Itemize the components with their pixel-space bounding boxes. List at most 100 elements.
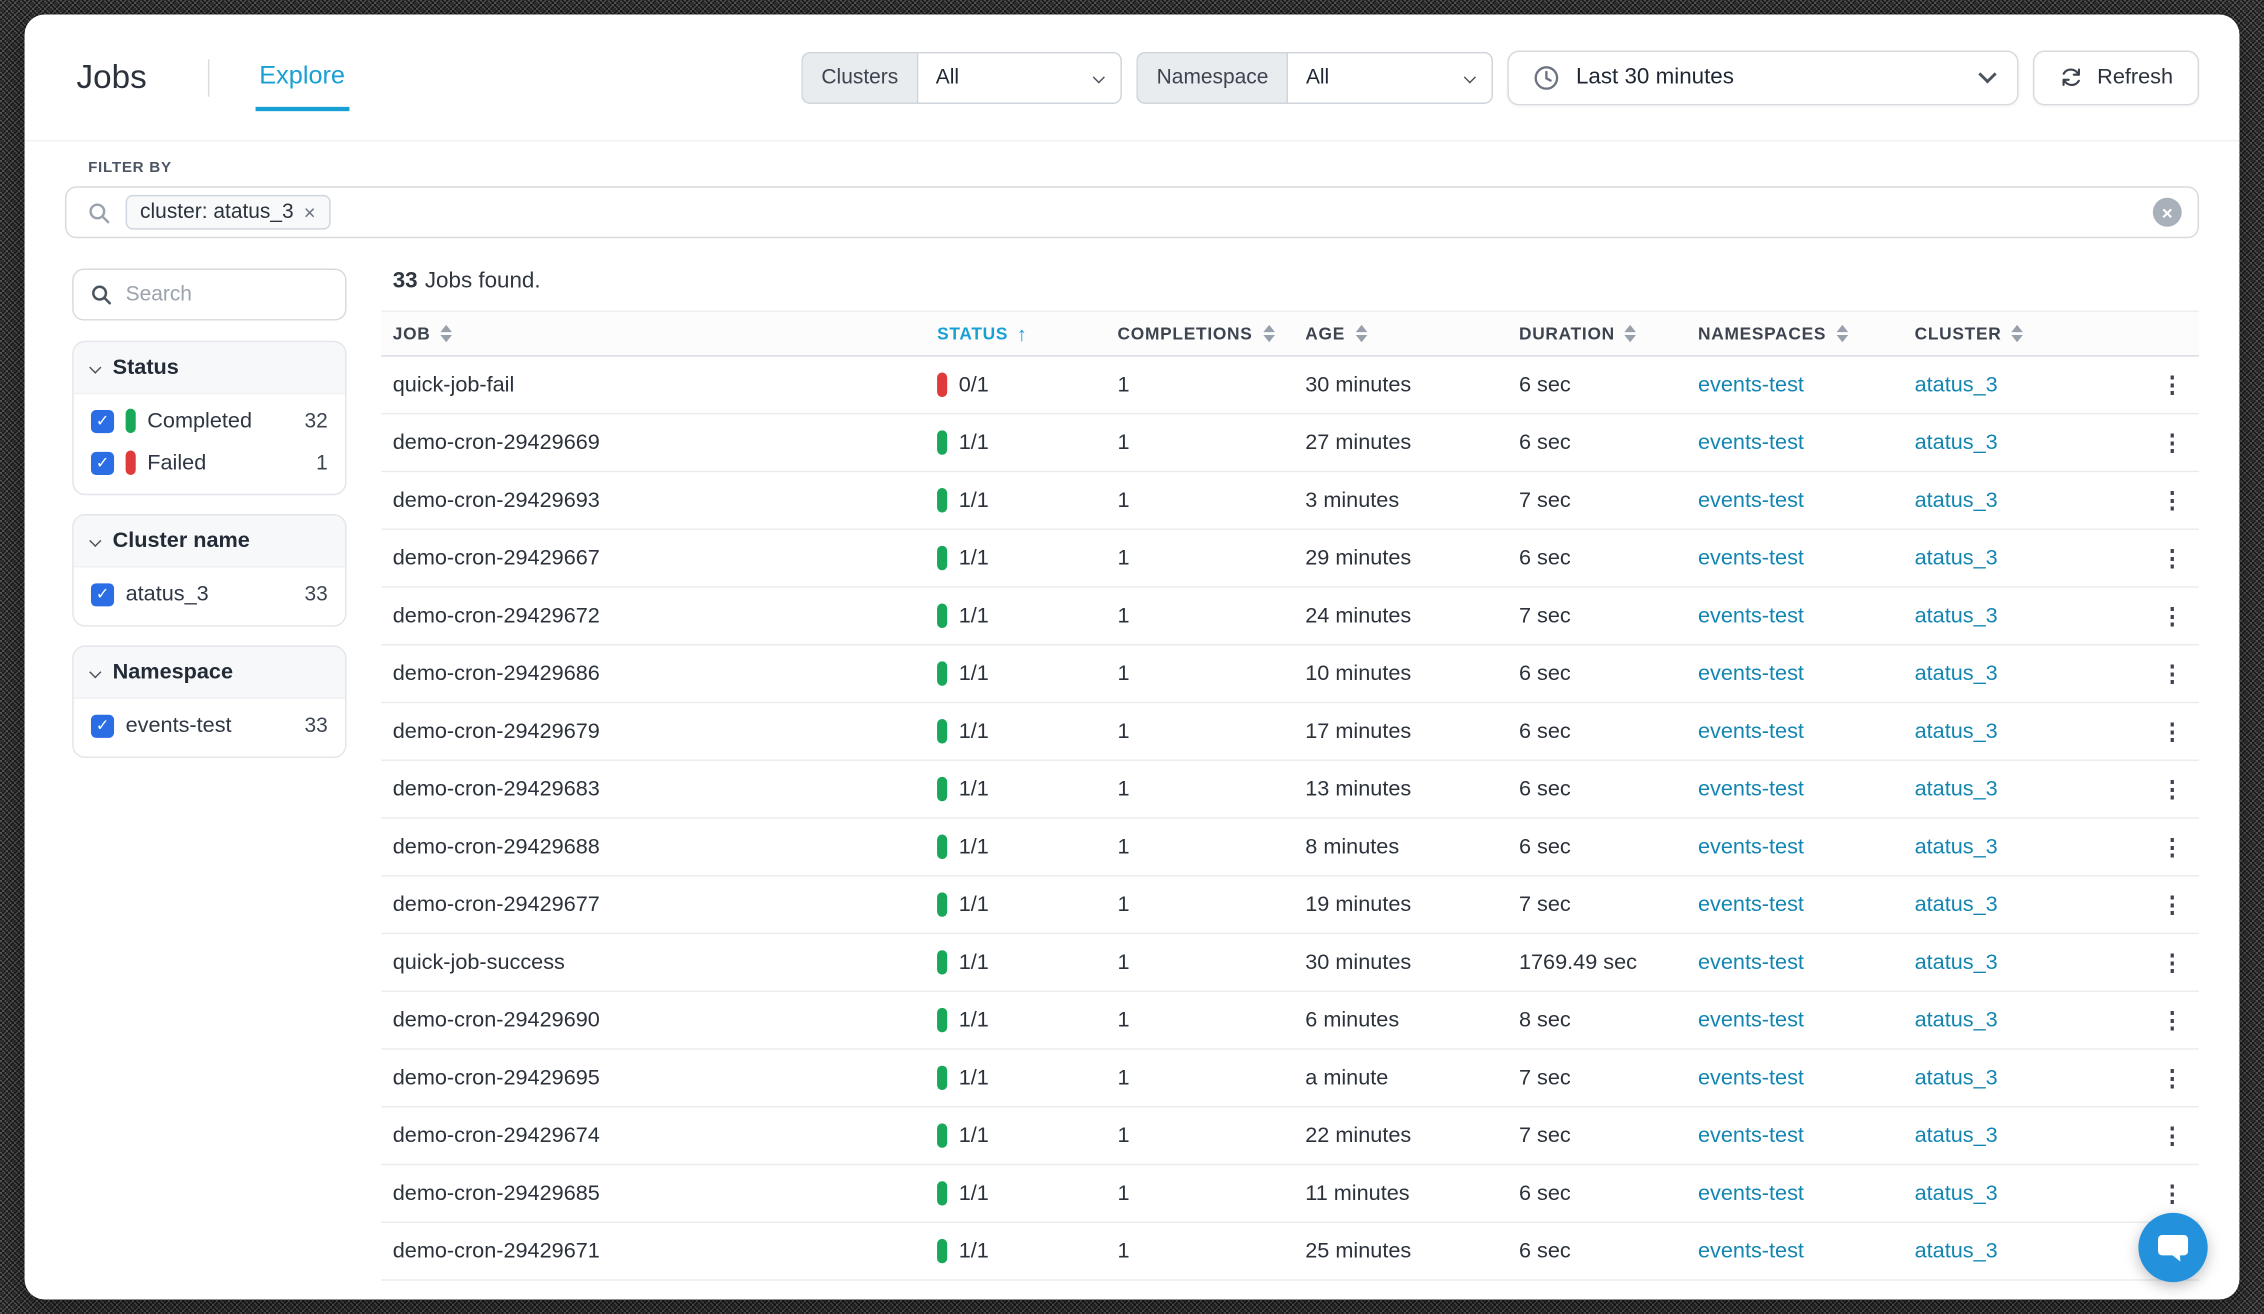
chip-remove-icon[interactable]: × [304, 202, 316, 222]
column-header-status[interactable]: STATUS ↑ [926, 322, 1106, 345]
namespace-link[interactable]: events-test [1698, 719, 1804, 744]
table-row[interactable]: demo-cron-29429674 1/1 1 22 minutes 7 se… [381, 1107, 2199, 1165]
facet-item-completed[interactable]: ✓ Completed 32 [74, 400, 345, 442]
namespace-link[interactable]: events-test [1698, 892, 1804, 917]
facet-item-failed[interactable]: ✓ Failed 1 [74, 442, 345, 484]
clusters-select[interactable]: All [917, 51, 1122, 103]
table-row[interactable]: demo-cron-29429688 1/1 1 8 minutes 6 sec… [381, 819, 2199, 877]
sidebar-search-input[interactable] [126, 283, 330, 306]
facet-item-events-test[interactable]: ✓ events-test 33 [74, 705, 345, 747]
table-row[interactable]: demo-cron-29429685 1/1 1 11 minutes 6 se… [381, 1165, 2199, 1223]
namespace-link[interactable]: events-test [1698, 1066, 1804, 1091]
job-cell: demo-cron-29429679 [381, 719, 925, 744]
sort-icon [1355, 325, 1367, 343]
table-row[interactable]: demo-cron-29429683 1/1 1 13 minutes 6 se… [381, 761, 2199, 819]
namespace-link[interactable]: events-test [1698, 373, 1804, 398]
chat-widget-button[interactable] [2138, 1213, 2207, 1282]
table-row[interactable]: demo-cron-29429671 1/1 1 25 minutes 6 se… [381, 1223, 2199, 1281]
namespace-link[interactable]: events-test [1698, 1123, 1804, 1148]
row-menu-button[interactable]: ⋮ [2152, 601, 2192, 630]
column-header-cluster[interactable]: CLUSTER [1903, 323, 2134, 343]
column-header-duration[interactable]: DURATION [1507, 323, 1686, 343]
checkbox-checked[interactable]: ✓ [91, 409, 114, 432]
table-row[interactable]: demo-cron-29429679 1/1 1 17 minutes 6 se… [381, 703, 2199, 761]
duration-cell: 6 sec [1507, 1181, 1686, 1206]
status-pill [937, 488, 947, 513]
checkbox-checked[interactable]: ✓ [91, 451, 114, 474]
cluster-link[interactable]: atatus_3 [1915, 1239, 1998, 1264]
filter-input[interactable]: cluster: atatus_3 × × [65, 186, 2199, 238]
clear-filter-button[interactable]: × [2153, 198, 2182, 227]
row-menu-button[interactable]: ⋮ [2152, 659, 2192, 688]
checkbox-checked[interactable]: ✓ [91, 714, 114, 737]
namespace-select[interactable]: All [1287, 51, 1493, 103]
cluster-link[interactable]: atatus_3 [1915, 661, 1998, 686]
row-menu-button[interactable]: ⋮ [2152, 1121, 2192, 1150]
row-menu-button[interactable]: ⋮ [2152, 486, 2192, 515]
cluster-link[interactable]: atatus_3 [1915, 546, 1998, 571]
column-header-job[interactable]: JOB [381, 323, 925, 343]
row-menu-button[interactable]: ⋮ [2152, 544, 2192, 573]
row-menu-button[interactable]: ⋮ [2152, 717, 2192, 746]
sidebar-search[interactable] [72, 269, 346, 321]
time-range-select[interactable]: Last 30 minutes [1508, 50, 2019, 105]
facet-cluster-header[interactable]: Cluster name [74, 515, 345, 567]
cluster-link[interactable]: atatus_3 [1915, 777, 1998, 802]
table-row[interactable]: demo-cron-29429672 1/1 1 24 minutes 7 se… [381, 588, 2199, 646]
refresh-button[interactable]: Refresh [2034, 50, 2199, 105]
status-cell: 1/1 [926, 777, 1106, 802]
cluster-link[interactable]: atatus_3 [1915, 1008, 1998, 1033]
column-header-age[interactable]: AGE [1294, 323, 1508, 343]
column-header-namespaces[interactable]: NAMESPACES [1686, 323, 1903, 343]
table-row[interactable]: demo-cron-29429667 1/1 1 29 minutes 6 se… [381, 530, 2199, 588]
row-menu-button[interactable]: ⋮ [2152, 428, 2192, 457]
checkbox-checked[interactable]: ✓ [91, 583, 114, 606]
table-row[interactable]: demo-cron-29429693 1/1 1 3 minutes 7 sec… [381, 472, 2199, 530]
row-menu-button[interactable]: ⋮ [2152, 948, 2192, 977]
namespace-link[interactable]: events-test [1698, 604, 1804, 629]
completions-cell: 1 [1106, 661, 1294, 686]
table-row[interactable]: demo-cron-29429669 1/1 1 27 minutes 6 se… [381, 414, 2199, 472]
column-header-completions[interactable]: COMPLETIONS [1106, 323, 1294, 343]
jobs-app-window: Jobs Explore Clusters All Namespace All [25, 14, 2240, 1299]
row-menu-button[interactable]: ⋮ [2152, 832, 2192, 861]
cluster-link[interactable]: atatus_3 [1915, 1066, 1998, 1091]
cluster-link[interactable]: atatus_3 [1915, 430, 1998, 455]
cluster-link[interactable]: atatus_3 [1915, 892, 1998, 917]
cluster-link[interactable]: atatus_3 [1915, 1181, 1998, 1206]
table-row[interactable]: quick-job-fail 0/1 1 30 minutes 6 sec ev… [381, 357, 2199, 415]
namespace-link[interactable]: events-test [1698, 546, 1804, 571]
cluster-link[interactable]: atatus_3 [1915, 835, 1998, 860]
namespace-link[interactable]: events-test [1698, 1239, 1804, 1264]
cluster-link[interactable]: atatus_3 [1915, 373, 1998, 398]
row-menu-button[interactable]: ⋮ [2152, 1179, 2192, 1208]
table-row[interactable]: demo-cron-29429690 1/1 1 6 minutes 8 sec… [381, 992, 2199, 1050]
row-menu-button[interactable]: ⋮ [2152, 1063, 2192, 1092]
namespace-link[interactable]: events-test [1698, 488, 1804, 513]
table-row[interactable]: demo-cron-29429695 1/1 1 a minute 7 sec … [381, 1050, 2199, 1108]
namespace-link[interactable]: events-test [1698, 430, 1804, 455]
facet-status-header[interactable]: Status [74, 342, 345, 394]
cluster-link[interactable]: atatus_3 [1915, 488, 1998, 513]
namespace-link[interactable]: events-test [1698, 835, 1804, 860]
row-menu-button[interactable]: ⋮ [2152, 370, 2192, 399]
namespace-link[interactable]: events-test [1698, 1181, 1804, 1206]
cluster-link[interactable]: atatus_3 [1915, 950, 1998, 975]
namespace-link[interactable]: events-test [1698, 1008, 1804, 1033]
table-row[interactable]: demo-cron-29429677 1/1 1 19 minutes 7 se… [381, 876, 2199, 934]
facet-namespace-header[interactable]: Namespace [74, 647, 345, 699]
namespace-link[interactable]: events-test [1698, 950, 1804, 975]
facet-item-atatus3[interactable]: ✓ atatus_3 33 [74, 573, 345, 615]
row-menu-button[interactable]: ⋮ [2152, 775, 2192, 804]
namespace-link[interactable]: events-test [1698, 661, 1804, 686]
row-menu-button[interactable]: ⋮ [2152, 890, 2192, 919]
cluster-link[interactable]: atatus_3 [1915, 604, 1998, 629]
table-row[interactable]: demo-cron-29429686 1/1 1 10 minutes 6 se… [381, 645, 2199, 703]
tab-explore[interactable]: Explore [255, 60, 349, 111]
table-row[interactable]: quick-job-success 1/1 1 30 minutes 1769.… [381, 934, 2199, 992]
row-menu-button[interactable]: ⋮ [2152, 1006, 2192, 1035]
cluster-link[interactable]: atatus_3 [1915, 1123, 1998, 1148]
filter-chip[interactable]: cluster: atatus_3 × [126, 195, 330, 230]
namespace-link[interactable]: events-test [1698, 777, 1804, 802]
cluster-link[interactable]: atatus_3 [1915, 719, 1998, 744]
